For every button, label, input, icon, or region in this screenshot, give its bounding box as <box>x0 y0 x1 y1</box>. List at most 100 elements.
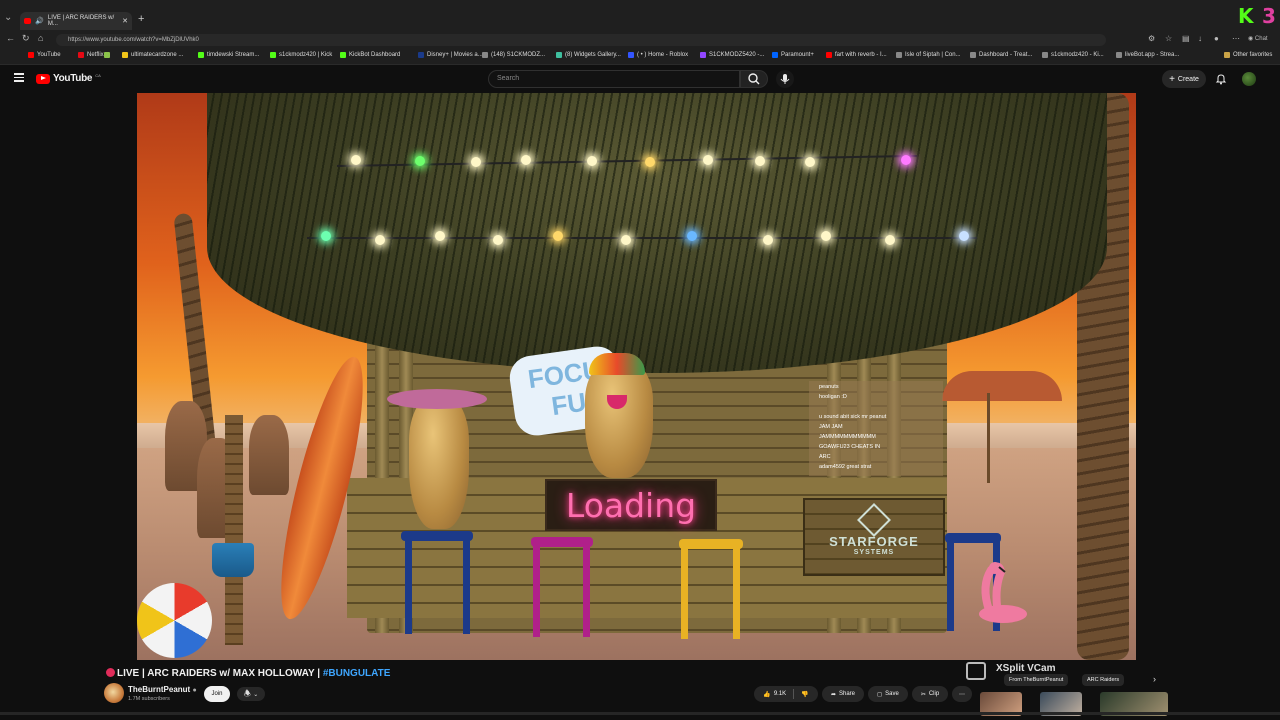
extensions-icon[interactable]: ⚙ <box>1148 34 1155 43</box>
bookmark-label: s1ckmodz420 | Kick <box>279 52 333 58</box>
tab-list-chevron-icon[interactable]: ⌄ <box>4 12 16 24</box>
bookmark-item[interactable]: S1CKMODZ5420 -... <box>700 52 764 58</box>
search-button[interactable] <box>740 70 768 88</box>
create-button[interactable]: + Create <box>1162 70 1206 88</box>
bookmark-item[interactable]: fart with reverb - I... <box>826 52 887 58</box>
clip-button[interactable]: ✂ Clip <box>912 686 948 702</box>
more-actions-button[interactable]: ⋯ <box>952 686 972 702</box>
bookmark-item[interactable]: ( • ) Home - Roblox <box>628 52 688 58</box>
chat-message: JAM JAM <box>819 424 843 430</box>
bookmark-label: Isle of Siptah | Con... <box>905 52 961 58</box>
beach-umbrella <box>942 371 1062 401</box>
bookmark-item[interactable]: Netflix <box>78 52 104 58</box>
bookmark-item[interactable]: KickBot Dashboard <box>340 52 400 58</box>
new-tab-icon[interactable]: + <box>138 13 144 25</box>
home-icon[interactable]: ⌂ <box>38 33 43 43</box>
related-filter-chip[interactable]: ARC Raiders <box>1082 674 1125 686</box>
bookmark-item[interactable]: timdewski Stream... <box>198 52 259 58</box>
browser-tab-active[interactable]: 🔊 LIVE | ARC RAIDERS w/ M... ✕ <box>20 12 132 30</box>
reload-icon[interactable]: ↻ <box>22 33 30 44</box>
notifications-bell-icon[interactable] <box>1215 73 1227 85</box>
search-icon <box>748 73 760 85</box>
bookmark-label: (148) S1CKMODZ... <box>491 52 546 58</box>
bookmark-label: ultimatecardzone ... <box>131 52 184 58</box>
tab-close-icon[interactable]: ✕ <box>122 17 128 25</box>
chips-next-chevron-icon[interactable]: › <box>1153 674 1156 684</box>
verified-icon: ● <box>192 687 197 694</box>
stool-leg <box>681 547 688 639</box>
channel-name[interactable]: TheBurntPeanut ● <box>128 685 197 694</box>
speaker-icon[interactable]: 🔊 <box>35 17 44 25</box>
bookmark-item[interactable]: s1ckmodz420 | Kick <box>270 52 332 58</box>
peanut-character-host <box>585 358 653 478</box>
string-lights-wire <box>307 237 977 239</box>
more-icon[interactable]: ⋯ <box>1232 34 1240 43</box>
bookmark-other-favorites[interactable]: Other favorites <box>1224 52 1272 58</box>
youtube-favicon-icon <box>24 18 32 24</box>
bookmark-favicon-icon <box>78 52 84 58</box>
bookmark-icon: ◻ <box>877 691 883 698</box>
youtube-logo[interactable]: YouTube CA <box>36 73 101 84</box>
bookmark-item[interactable]: ultimatecardzone ... <box>122 52 183 58</box>
bookmark-label: Dashboard - Treat... <box>979 52 1033 58</box>
save-button[interactable]: ◻ Save <box>868 686 908 702</box>
stool-leg <box>947 541 954 631</box>
menu-icon[interactable] <box>14 73 24 82</box>
bookmark-favicon-icon <box>1116 52 1122 58</box>
chevron-down-icon: ⌄ <box>253 692 259 698</box>
bookmark-favicon-icon <box>970 52 976 58</box>
voice-search-button[interactable] <box>776 70 794 88</box>
bookmark-item[interactable]: liveBot.app - Strea... <box>1116 52 1179 58</box>
bookmark-favicon-icon <box>104 52 110 58</box>
sand-bucket <box>212 543 254 577</box>
subscription-bell-button[interactable]: 🕭 ⌄ <box>237 687 265 701</box>
bookmark-favicon-icon <box>700 52 706 58</box>
address-bar-row: ← ↻ ⌂ https://www.youtube.com/watch?v=Mb… <box>0 32 1280 48</box>
light-bulb <box>415 156 425 166</box>
collections-icon[interactable]: ▤ <box>1182 34 1190 43</box>
stool-leg <box>405 539 412 634</box>
chat-message: peanuts <box>819 384 839 390</box>
bookmark-label: Paramount+ <box>781 52 814 58</box>
bookmark-item[interactable]: s1ckmodz420 - Ki... <box>1042 52 1104 58</box>
bookmark-favicon-icon <box>772 52 778 58</box>
profile-icon[interactable]: ● <box>1214 34 1219 43</box>
counter-badge-icon: 3 <box>1262 4 1276 28</box>
bookmark-item[interactable]: (148) S1CKMODZ... <box>482 52 545 58</box>
back-icon[interactable]: ← <box>6 33 15 43</box>
thumbs-down-icon[interactable]: 👎 <box>801 691 808 698</box>
light-bulb <box>587 156 597 166</box>
related-filter-chip[interactable]: From TheBurntPeanut <box>1004 674 1069 686</box>
url-field[interactable]: https://www.youtube.com/watch?v=MbZjDlUV… <box>56 34 1106 46</box>
favorites-icon[interactable]: ☆ <box>1165 34 1172 43</box>
copilot-chat-button[interactable]: ◉ Chat <box>1248 35 1268 42</box>
search-input[interactable]: Search <box>488 70 740 88</box>
bookmark-favicon-icon <box>826 52 832 58</box>
bookmark-item[interactable]: Isle of Siptah | Con... <box>896 52 961 58</box>
bookmark-item[interactable]: YouTube <box>28 52 61 58</box>
bookmark-item[interactable]: Dashboard - Treat... <box>970 52 1032 58</box>
subscriber-count: 1.7M subscribers <box>128 696 170 702</box>
thumbs-up-icon[interactable]: 👍 <box>763 691 770 698</box>
light-bulb <box>687 231 697 241</box>
bookmark-item[interactable] <box>104 52 113 58</box>
stream-chat-overlay: peanuts hooligan :D u sound abit sick mr p… <box>809 381 943 476</box>
bookmark-item[interactable]: Paramount+ <box>772 52 814 58</box>
account-avatar[interactable] <box>1242 72 1256 86</box>
light-bulb <box>885 235 895 245</box>
neon-loading-sign: Loading <box>545 479 717 531</box>
rock-formation <box>249 415 289 495</box>
hashtag-link[interactable]: #BUNGULATE <box>323 668 391 679</box>
live-dot-icon <box>106 668 115 677</box>
channel-avatar[interactable] <box>104 683 124 703</box>
bookmark-item[interactable]: Disney+ | Movies a... <box>418 52 483 58</box>
video-player[interactable]: FOCU FU Loading peanuts hooligan :D u soun… <box>137 93 1136 660</box>
save-label: Save <box>885 691 899 697</box>
share-button[interactable]: ➦ Share <box>822 686 864 702</box>
chat-message: ARC <box>819 454 831 460</box>
downloads-icon[interactable]: ↓ <box>1198 34 1202 43</box>
light-bulb <box>755 156 765 166</box>
join-button[interactable]: Join <box>204 686 230 702</box>
like-dislike-button[interactable]: 👍 9.1K 👎 <box>754 686 818 702</box>
bookmark-item[interactable]: (8) Widgets Gallery... <box>556 52 621 58</box>
